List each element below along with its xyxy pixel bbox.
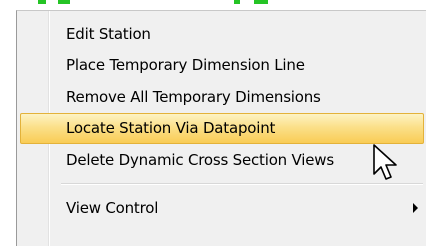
- menu-item-place-temporary-dimension-line[interactable]: Place Temporary Dimension Line: [20, 50, 424, 81]
- menu-item-label: Remove All Temporary Dimensions: [66, 88, 321, 106]
- menu-item-label: Locate Station Via Datapoint: [66, 119, 276, 137]
- menu-item-label: View Control: [66, 199, 159, 217]
- menu-item-view-control[interactable]: View Control: [20, 193, 424, 224]
- menu-item-locate-station-via-datapoint[interactable]: Locate Station Via Datapoint: [20, 113, 424, 144]
- screenshot-root: Edit Station Place Temporary Dimension L…: [0, 0, 426, 246]
- menu-item-edit-station[interactable]: Edit Station: [20, 19, 424, 50]
- context-menu: Edit Station Place Temporary Dimension L…: [16, 10, 426, 246]
- menu-item-delete-dynamic-cross-section-views[interactable]: Delete Dynamic Cross Section Views: [20, 145, 424, 176]
- menu-item-remove-all-temporary-dimensions[interactable]: Remove All Temporary Dimensions: [20, 82, 424, 113]
- background-graphic: [58, 0, 70, 4]
- mouse-pointer-icon: [373, 144, 397, 180]
- background-graphic: [38, 0, 46, 4]
- submenu-arrow-icon: [413, 203, 418, 213]
- menu-item-label: Place Temporary Dimension Line: [66, 56, 305, 74]
- background-graphic: [254, 0, 268, 4]
- background-graphic: [234, 0, 240, 4]
- background-window-edge: [0, 0, 426, 10]
- menu-separator: [61, 183, 423, 185]
- menu-item-label: Edit Station: [66, 25, 151, 43]
- menu-item-label: Delete Dynamic Cross Section Views: [66, 151, 334, 169]
